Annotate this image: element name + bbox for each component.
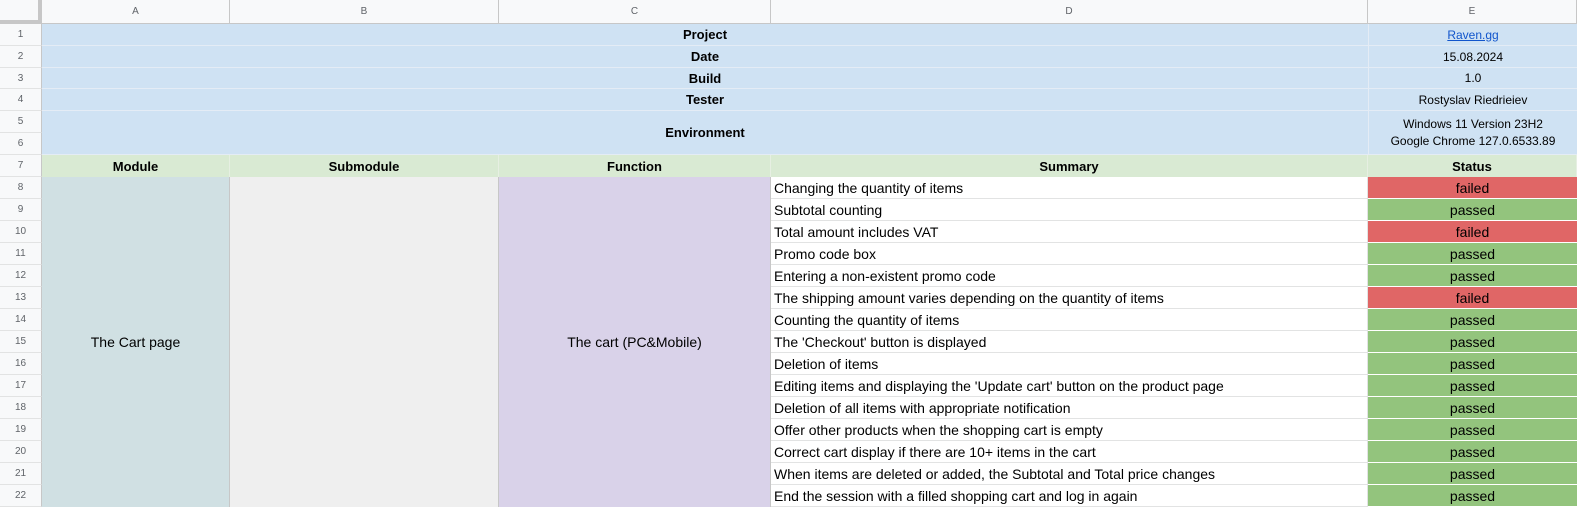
summary-cell[interactable]: Counting the quantity of items <box>771 309 1368 331</box>
column-header-e[interactable]: E <box>1368 0 1577 24</box>
header-module[interactable]: Module <box>42 155 230 177</box>
row-header[interactable]: 9 <box>0 199 42 221</box>
row-header[interactable]: 1 <box>0 24 42 46</box>
summary-cell[interactable]: Subtotal counting <box>771 199 1368 221</box>
environment-browser: Google Chrome 127.0.6533.89 <box>1390 133 1556 148</box>
row-header[interactable]: 11 <box>0 243 42 265</box>
row-header[interactable]: 12 <box>0 265 42 287</box>
header-status[interactable]: Status <box>1368 155 1577 177</box>
row-header[interactable]: 20 <box>0 441 42 463</box>
environment-label[interactable]: Environment <box>42 111 1368 155</box>
row-header[interactable]: 15 <box>0 331 42 353</box>
header-summary[interactable]: Summary <box>771 155 1368 177</box>
status-cell[interactable]: passed <box>1368 419 1577 441</box>
status-cell[interactable]: passed <box>1368 441 1577 463</box>
summary-cell[interactable]: Deletion of all items with appropriate n… <box>771 397 1368 419</box>
summary-cell[interactable]: Changing the quantity of items <box>771 177 1368 199</box>
status-cell[interactable]: passed <box>1368 375 1577 397</box>
header-function[interactable]: Function <box>499 155 771 177</box>
build-label[interactable]: Build <box>42 68 1368 89</box>
summary-cell[interactable]: Editing items and displaying the 'Update… <box>771 375 1368 397</box>
summary-cell[interactable]: Entering a non-existent promo code <box>771 265 1368 287</box>
summary-cell[interactable]: Total amount includes VAT <box>771 221 1368 243</box>
date-label[interactable]: Date <box>42 46 1368 68</box>
column-header-b[interactable]: B <box>230 0 499 24</box>
status-cell[interactable]: passed <box>1368 485 1577 507</box>
row-header[interactable]: 3 <box>0 68 42 89</box>
row-header[interactable]: 6 <box>0 133 42 155</box>
row-header[interactable]: 13 <box>0 287 42 309</box>
summary-cell[interactable]: When items are deleted or added, the Sub… <box>771 463 1368 485</box>
row-header[interactable]: 14 <box>0 309 42 331</box>
row-header[interactable]: 17 <box>0 375 42 397</box>
summary-cell[interactable]: Offer other products when the shopping c… <box>771 419 1368 441</box>
status-cell[interactable]: failed <box>1368 221 1577 243</box>
project-label[interactable]: Project <box>42 24 1368 46</box>
status-cell[interactable]: passed <box>1368 243 1577 265</box>
project-value-cell[interactable]: Raven.gg <box>1368 24 1577 46</box>
spreadsheet: A B C D E 1 2 3 4 5 6 7 8 9 10 11 12 13 … <box>0 0 1577 507</box>
function-cell[interactable]: The cart (PC&Mobile) <box>499 177 771 507</box>
environment-value[interactable]: Windows 11 Version 23H2 Google Chrome 12… <box>1368 111 1577 155</box>
row-header[interactable]: 16 <box>0 353 42 375</box>
tester-value[interactable]: Rostyslav Riedrieiev <box>1368 89 1577 111</box>
summary-cell[interactable]: Deletion of items <box>771 353 1368 375</box>
row-header[interactable]: 7 <box>0 155 42 177</box>
row-header[interactable]: 19 <box>0 419 42 441</box>
tester-label[interactable]: Tester <box>42 89 1368 111</box>
header-submodule[interactable]: Submodule <box>230 155 499 177</box>
status-cell[interactable]: passed <box>1368 353 1577 375</box>
project-link[interactable]: Raven.gg <box>1447 28 1498 42</box>
build-value[interactable]: 1.0 <box>1368 68 1577 89</box>
summary-cell[interactable]: End the session with a filled shopping c… <box>771 485 1368 507</box>
status-cell[interactable]: passed <box>1368 463 1577 485</box>
date-value[interactable]: 15.08.2024 <box>1368 46 1577 68</box>
column-header-a[interactable]: A <box>42 0 230 24</box>
summary-cell[interactable]: Correct cart display if there are 10+ it… <box>771 441 1368 463</box>
row-header[interactable]: 10 <box>0 221 42 243</box>
status-cell[interactable]: passed <box>1368 331 1577 353</box>
column-header-d[interactable]: D <box>771 0 1368 24</box>
row-header[interactable]: 2 <box>0 46 42 68</box>
status-cell[interactable]: passed <box>1368 397 1577 419</box>
row-header[interactable]: 8 <box>0 177 42 199</box>
status-cell[interactable]: failed <box>1368 177 1577 199</box>
status-cell[interactable]: passed <box>1368 309 1577 331</box>
column-header-c[interactable]: C <box>499 0 771 24</box>
row-header[interactable]: 22 <box>0 485 42 507</box>
environment-os: Windows 11 Version 23H2 <box>1403 116 1543 131</box>
status-cell[interactable]: passed <box>1368 199 1577 221</box>
row-header[interactable]: 4 <box>0 89 42 111</box>
select-all-corner[interactable] <box>0 0 42 24</box>
row-header[interactable]: 21 <box>0 463 42 485</box>
summary-cell[interactable]: The shipping amount varies depending on … <box>771 287 1368 309</box>
status-cell[interactable]: passed <box>1368 265 1577 287</box>
status-cell[interactable]: failed <box>1368 287 1577 309</box>
row-header[interactable]: 5 <box>0 111 42 133</box>
summary-cell[interactable]: Promo code box <box>771 243 1368 265</box>
summary-cell[interactable]: The 'Checkout' button is displayed <box>771 331 1368 353</box>
submodule-cell[interactable] <box>230 177 499 507</box>
row-header[interactable]: 18 <box>0 397 42 419</box>
module-cell[interactable]: The Cart page <box>42 177 230 507</box>
